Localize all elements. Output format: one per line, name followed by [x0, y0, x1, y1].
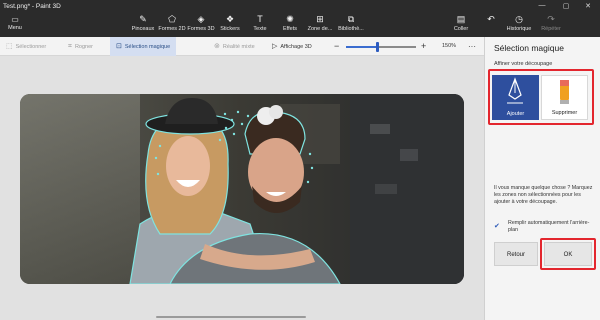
magic-select-label: Sélection magique	[124, 44, 171, 50]
redo-label: Répéter	[541, 26, 561, 32]
paint3d-window: Test.png* - Paint 3D — ▢ ✕ ▭ Menu ✎ Pinc…	[0, 0, 600, 320]
folder-icon: ▭	[11, 15, 19, 24]
magic-select-tool[interactable]: ⊡ Sélection magique	[110, 37, 177, 56]
autofill-label: Remplir automatiquement l'arrière-plan	[508, 220, 590, 233]
history-label: Historique	[506, 26, 532, 32]
text-label: Texte	[253, 26, 267, 32]
panel-title: Sélection magique	[494, 43, 564, 53]
ok-button[interactable]: OK	[544, 242, 592, 266]
window-title: Test.png* - Paint 3D	[3, 3, 61, 10]
history-button[interactable]: ◷ Historique	[502, 13, 536, 35]
library-icon: ⧉	[347, 14, 355, 24]
zoom-slider-fill	[346, 46, 378, 48]
view-3d-label: Affichage 3D	[280, 44, 312, 50]
minimize-button[interactable]: —	[532, 2, 552, 9]
text-tool[interactable]: T Texte	[243, 13, 277, 35]
magic-select-icon: ⊡	[116, 43, 122, 50]
zoom-out-button[interactable]: −	[334, 37, 339, 56]
pen-add-icon	[507, 77, 523, 104]
canvas-image[interactable]	[20, 94, 464, 284]
more-options-button[interactable]: ···	[468, 37, 476, 56]
photo-couple-illustration	[20, 94, 464, 284]
add-label: Ajouter	[506, 111, 525, 117]
select-tool[interactable]: ⬚ Sélectionner	[6, 37, 46, 56]
magic-select-panel: Sélection magique Affiner votre découpag…	[484, 37, 600, 320]
eraser-icon	[560, 80, 569, 104]
effects-icon: ✺	[286, 14, 294, 24]
redo-icon: ↷	[547, 14, 555, 24]
mixed-reality-tool[interactable]: ⊚ Réalité mixte	[214, 37, 255, 56]
view-3d-toggle[interactable]: ▷ Affichage 3D	[272, 37, 312, 56]
mixed-reality-label: Réalité mixte	[222, 44, 255, 50]
library-label: Bibliothè...	[338, 26, 364, 32]
checkmark-icon[interactable]: ✔	[494, 222, 500, 230]
canvas-label: Zone de...	[307, 26, 333, 32]
crop-tool[interactable]: ⌗ Rogner	[68, 37, 93, 56]
maximize-button[interactable]: ▢	[556, 2, 576, 10]
zoom-in-button[interactable]: +	[421, 37, 426, 56]
close-button[interactable]: ✕	[578, 2, 598, 10]
crop-label: Rogner	[74, 44, 93, 50]
zoom-slider-thumb[interactable]	[376, 42, 379, 52]
select-icon: ⬚	[6, 43, 13, 50]
paste-icon: ▤	[456, 14, 466, 24]
zoom-slider[interactable]	[346, 42, 416, 52]
text-icon: T	[257, 14, 263, 24]
remove-button[interactable]: Supprimer	[541, 75, 588, 120]
zoom-value: 150%	[442, 43, 457, 49]
mixed-reality-icon: ⊚	[214, 43, 220, 50]
sub-toolbar: ⬚ Sélectionner ⌗ Rogner ⊡ Sélection magique…	[0, 37, 484, 56]
canvas-workspace[interactable]	[0, 56, 484, 320]
library-tool[interactable]: ⧉ Bibliothè...	[334, 13, 368, 35]
remove-label: Supprimer	[551, 110, 578, 116]
add-button[interactable]: Ajouter	[492, 75, 539, 120]
paste-label: Coller	[453, 26, 469, 32]
canvas-tool[interactable]: ⊞ Zone de...	[303, 13, 337, 35]
effects-tool[interactable]: ✺ Effets	[273, 13, 307, 35]
back-button[interactable]: Retour	[494, 242, 538, 266]
paste-button[interactable]: ▤ Coller	[444, 13, 478, 35]
help-text: Il vous manque quelque chose ? Marquez l…	[494, 185, 593, 205]
stickers-tool[interactable]: ❖ Stickers	[213, 13, 247, 35]
horizontal-scrollbar[interactable]	[156, 316, 306, 318]
crop-icon: ⌗	[68, 43, 72, 50]
refine-label: Affiner votre découpage	[494, 61, 553, 67]
menu-button[interactable]: ▭ Menu	[2, 14, 28, 34]
history-icon: ◷	[515, 14, 523, 24]
effects-label: Effets	[283, 26, 297, 32]
canvas-icon: ⊞	[316, 14, 324, 24]
stickers-label: Stickers	[220, 26, 240, 32]
select-label: Sélectionner	[15, 44, 47, 50]
menu-label: Menu	[8, 25, 22, 31]
view-3d-icon: ▷	[272, 43, 278, 50]
sticker-icon: ❖	[225, 14, 235, 24]
ribbon: Test.png* - Paint 3D — ▢ ✕ ▭ Menu ✎ Pinc…	[0, 0, 600, 37]
redo-button[interactable]: ↷ Répéter	[534, 13, 568, 35]
